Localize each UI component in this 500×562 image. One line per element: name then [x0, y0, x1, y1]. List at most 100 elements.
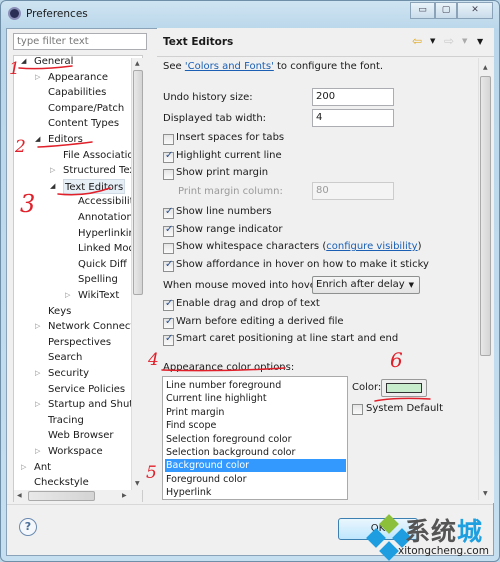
configure-visibility-link[interactable]: configure visibility: [326, 241, 417, 252]
tree-item[interactable]: Ant: [34, 460, 51, 475]
tree-vertical-scrollbar[interactable]: ▲ ▼: [131, 58, 143, 490]
tree-item[interactable]: Capabilities: [48, 85, 106, 100]
close-button[interactable]: ✕: [457, 2, 493, 19]
checkbox[interactable]: [163, 224, 174, 237]
checkbox[interactable]: [163, 333, 174, 346]
tree-item[interactable]: Structured Text: [63, 163, 139, 178]
color-options-label: Appearance color options:: [163, 362, 295, 373]
checkbox[interactable]: [163, 298, 174, 311]
filter-input[interactable]: type filter text: [13, 33, 147, 50]
expand-arrow-icon[interactable]: ▷: [21, 460, 26, 475]
color-option-item[interactable]: Selection background color: [165, 446, 346, 459]
tree-item[interactable]: Content Types: [48, 116, 119, 131]
tree-item[interactable]: WikiText: [78, 288, 119, 303]
color-options-list[interactable]: Line number foreground Current line highl…: [162, 376, 348, 500]
tree-item[interactable]: Annotations: [78, 210, 138, 225]
tree-item[interactable]: Editors: [48, 132, 83, 147]
tree-item[interactable]: Workspace: [48, 444, 103, 459]
view-menu-icon[interactable]: ▼: [477, 37, 483, 46]
checkbox[interactable]: [163, 243, 174, 254]
maximize-button[interactable]: ▢: [435, 2, 457, 19]
system-default-label: System Default: [366, 403, 444, 414]
tree-item[interactable]: Perspectives: [48, 335, 111, 350]
label-text: Warn before editing a derived file: [176, 315, 344, 327]
content-vertical-scrollbar[interactable]: ▲ ▼: [478, 58, 492, 500]
expand-arrow-icon[interactable]: ▷: [35, 397, 40, 412]
collapse-arrow-icon[interactable]: ◢: [50, 179, 55, 194]
tree-item[interactable]: Security: [48, 366, 89, 381]
collapse-arrow-icon[interactable]: ◢: [35, 132, 40, 147]
color-option-item[interactable]: Background color: [165, 459, 346, 473]
scroll-thumb[interactable]: [28, 491, 95, 501]
checkbox[interactable]: [163, 169, 174, 180]
expand-arrow-icon[interactable]: ▷: [50, 163, 55, 178]
color-option-item[interactable]: Foreground color: [165, 473, 346, 486]
tree-item[interactable]: Web Browser: [48, 428, 114, 443]
expand-arrow-icon[interactable]: ▷: [35, 366, 40, 381]
label-text: Smart caret positioning at line start an…: [176, 333, 399, 344]
tree-item[interactable]: Network Connections: [48, 319, 142, 334]
hover-label: When mouse moved into hover:: [163, 280, 324, 291]
hover-select-value: Enrich after delay: [316, 279, 405, 290]
undo-history-input[interactable]: 200: [312, 88, 394, 106]
minimize-button[interactable]: ▭: [410, 2, 435, 19]
expand-arrow-icon[interactable]: ▷: [65, 288, 70, 303]
checkbox[interactable]: [163, 150, 174, 163]
tree-item[interactable]: Checkstyle: [34, 475, 89, 490]
checkbox[interactable]: [163, 259, 174, 272]
checkbox-label: Show range indicator: [176, 224, 282, 235]
preferences-tree: ◢ General ▷ Appearance Capabilities Compare/P…: [13, 55, 143, 502]
checkbox-label: Highlight current line: [176, 150, 282, 161]
expand-arrow-icon[interactable]: ▷: [35, 444, 40, 459]
tree-item[interactable]: General: [34, 56, 73, 69]
tree-item[interactable]: Keys: [48, 304, 71, 319]
color-option-item[interactable]: Current line highlight: [165, 392, 346, 405]
back-menu-chevron-icon[interactable]: ▼: [430, 37, 435, 45]
color-option-item[interactable]: Print margin: [165, 406, 346, 419]
checkbox-label: Show line numbers: [176, 206, 272, 217]
window-title: Preferences: [26, 8, 88, 20]
tab-width-input[interactable]: 4: [312, 109, 394, 127]
tree-item[interactable]: Startup and Shutdown: [48, 397, 142, 412]
tree-horizontal-scrollbar[interactable]: ◀ ▶: [14, 490, 142, 502]
label-suffix: ): [417, 241, 422, 252]
color-option-item[interactable]: Find scope: [165, 419, 346, 432]
intro-prefix: See: [163, 61, 185, 72]
tree-item[interactable]: Compare/Patch: [48, 101, 124, 116]
tree-item[interactable]: Quick Diff: [78, 257, 127, 272]
watermark-text-b: 城: [457, 517, 484, 546]
undo-history-label: Undo history size:: [163, 92, 253, 103]
forward-arrow-icon[interactable]: ⇨: [444, 34, 454, 48]
hover-select[interactable]: Enrich after delay ▼: [312, 276, 420, 294]
forward-menu-chevron-icon[interactable]: ▼: [462, 37, 467, 45]
tree-item[interactable]: Appearance: [48, 70, 108, 85]
back-arrow-icon[interactable]: ⇦: [412, 34, 422, 48]
scroll-thumb[interactable]: [480, 76, 491, 356]
colors-and-fonts-link[interactable]: 'Colors and Fonts': [185, 61, 274, 72]
collapse-arrow-icon[interactable]: ◢: [21, 56, 26, 69]
tree-item[interactable]: Text Editors: [63, 178, 126, 194]
tree-item[interactable]: Tracing: [48, 413, 84, 428]
checkbox[interactable]: [163, 206, 174, 219]
checkbox[interactable]: [163, 316, 174, 329]
color-option-item[interactable]: Line number foreground: [165, 379, 346, 392]
tree-item[interactable]: Spelling: [78, 272, 118, 287]
color-swatch: [386, 383, 422, 393]
expand-arrow-icon[interactable]: ▷: [35, 70, 40, 85]
color-option-item[interactable]: Hyperlink: [165, 486, 346, 499]
color-picker-button[interactable]: [381, 379, 427, 397]
system-default-checkbox[interactable]: [352, 404, 363, 415]
print-margin-column-label: Print margin column:: [178, 186, 283, 197]
help-icon[interactable]: ?: [19, 518, 37, 536]
tree-item[interactable]: Search: [48, 350, 82, 365]
tree-item[interactable]: Service Policies: [48, 382, 125, 397]
checkbox-label: Show affordance in hover on how to make …: [176, 259, 429, 270]
scroll-thumb[interactable]: [133, 70, 143, 295]
logo-diamond: [366, 528, 386, 548]
print-margin-column-input[interactable]: 80: [312, 182, 394, 200]
color-option-item[interactable]: Selection foreground color: [165, 433, 346, 446]
expand-arrow-icon[interactable]: ▷: [35, 319, 40, 334]
checkbox[interactable]: [163, 134, 174, 145]
checkbox-label: Insert spaces for tabs: [176, 132, 284, 143]
label-text: Show print margin: [176, 167, 269, 178]
